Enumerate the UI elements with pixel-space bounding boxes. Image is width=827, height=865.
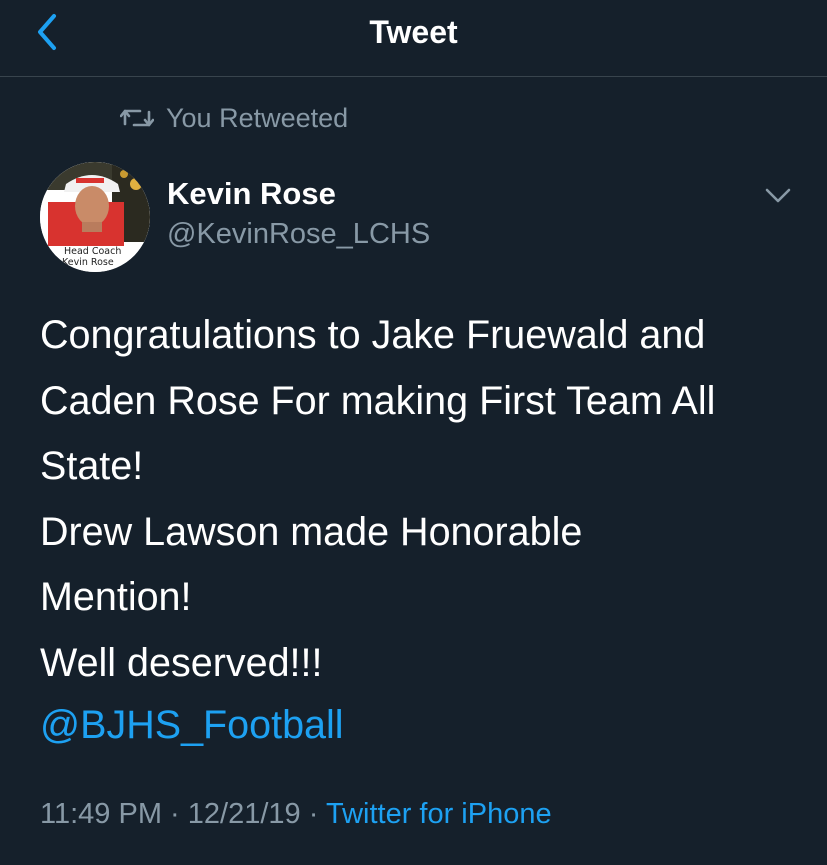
- retweet-context: You Retweeted: [120, 101, 348, 135]
- avatar[interactable]: Head Coach Kevin Rose: [40, 162, 150, 272]
- top-nav-bar: Tweet: [0, 0, 827, 77]
- tweet-date: 12/21/19: [187, 798, 301, 830]
- tweet-source-link[interactable]: Twitter for iPhone: [326, 798, 552, 830]
- avatar-photo: Head Coach Kevin Rose: [40, 162, 150, 272]
- meta-separator: ·: [170, 798, 180, 830]
- author-handle[interactable]: @KevinRose_LCHS: [167, 218, 430, 251]
- avatar-caption-line2: Kevin Rose: [62, 257, 114, 268]
- meta-separator: ·: [308, 798, 319, 830]
- tweet-metadata: 11:49 PM · 12/21/19 · Twitter for iPhone: [40, 798, 552, 831]
- chevron-down-icon: [765, 188, 791, 203]
- tweet-options-button[interactable]: [763, 184, 793, 208]
- avatar-caption-line1: Head Coach: [64, 246, 121, 257]
- retweet-label: You Retweeted: [166, 102, 349, 133]
- page-title: Tweet: [369, 14, 458, 50]
- tweet-text: Congratulations to Jake Fruewald and Cad…: [40, 313, 716, 685]
- author-name[interactable]: Kevin Rose: [167, 176, 336, 212]
- retweet-icon: [120, 109, 154, 127]
- mention-link[interactable]: @BJHS_Football: [40, 693, 344, 759]
- tweet-time: 11:49 PM: [40, 798, 162, 830]
